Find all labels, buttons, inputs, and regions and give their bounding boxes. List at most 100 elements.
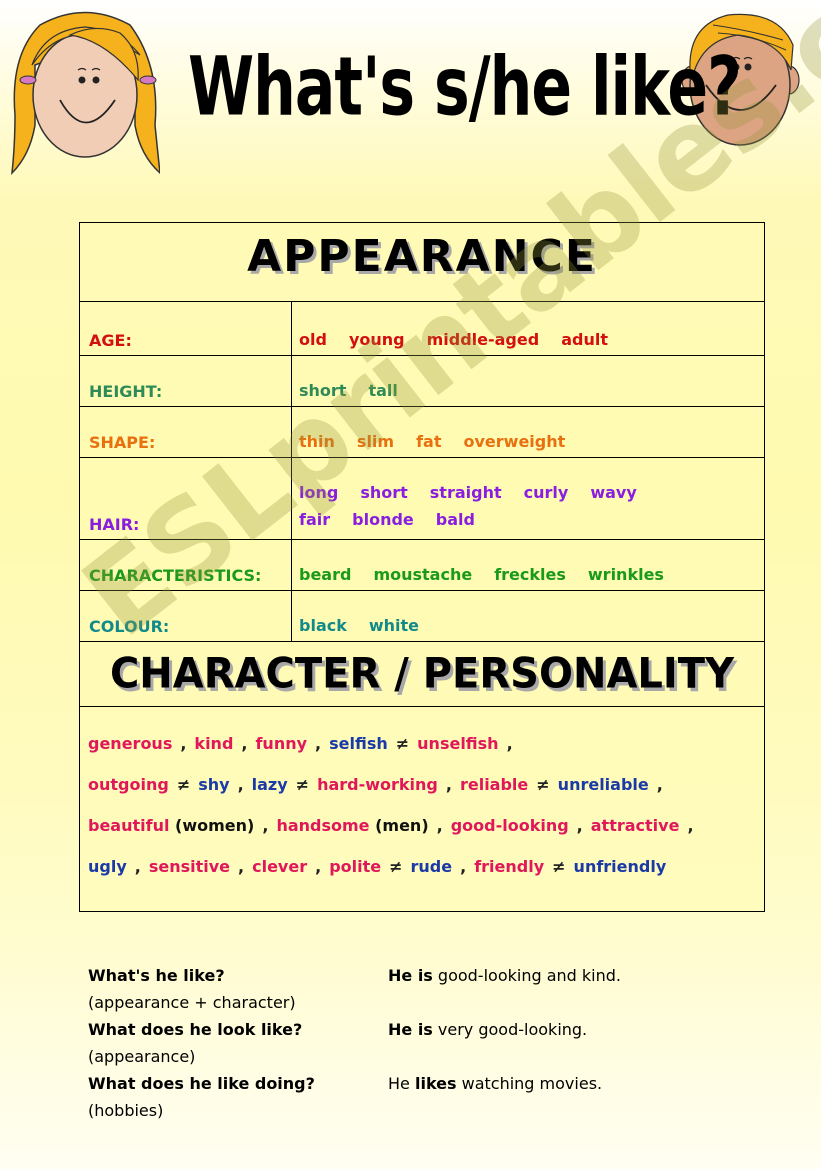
vocab-word: attractive — [590, 816, 680, 835]
answer-part: He is — [388, 966, 433, 985]
answer-part: movies. — [534, 1074, 603, 1093]
row-values: black white — [299, 616, 754, 635]
appearance-row: HEIGHT: short tall — [80, 355, 764, 407]
appearance-heading-row: APPEARANCE — [80, 223, 764, 302]
separator: ≠ — [536, 775, 550, 794]
row-label: HAIR: — [89, 515, 140, 534]
character-heading: CHARACTER / PERSONALITY — [109, 649, 735, 699]
vocab-word: rude — [410, 857, 453, 876]
vocab-word: moustache — [373, 565, 473, 584]
vocab-word: beard — [299, 565, 352, 584]
appearance-heading: APPEARANCE — [247, 230, 597, 282]
answer: He is very good-looking. — [388, 1016, 587, 1043]
vocabulary-table: APPEARANCE AGE: old young middle-aged adult H… — [79, 222, 765, 912]
appearance-row: SHAPE: thin slim fat overweight — [80, 406, 764, 458]
column-divider — [291, 406, 292, 457]
vocab-word: generous — [88, 734, 173, 753]
question: What does he like doing? — [88, 1074, 315, 1093]
vocab-word: friendly — [474, 857, 545, 876]
vocab-word: handsome — [276, 816, 370, 835]
vocab-word: outgoing — [88, 775, 169, 794]
vocab-word: clever — [252, 857, 308, 876]
vocab-word: black — [299, 616, 347, 635]
separator: , — [238, 857, 245, 876]
vocab-word: ugly — [88, 857, 127, 876]
row-values: beard moustache freckles wrinkles — [299, 565, 754, 584]
separator: , — [656, 775, 663, 794]
appearance-row: HAIR: long short straight curly wavy fair blond… — [80, 457, 764, 540]
row-values: thin slim fat overweight — [299, 432, 754, 451]
appearance-row: CHARACTERISTICS: beard moustache freckles wr… — [80, 539, 764, 591]
personality-line: beautiful (women), handsome (men), good-lo… — [88, 805, 754, 846]
row-label: HEIGHT: — [89, 382, 163, 401]
question-note: (appearance) — [88, 1047, 196, 1066]
separator: , — [445, 775, 452, 794]
vocab-word: bald — [435, 510, 475, 529]
separator: , — [460, 857, 467, 876]
row-label: AGE: — [89, 331, 132, 350]
vocab-word: (men) — [369, 816, 429, 835]
question: What does he look like? — [88, 1020, 303, 1039]
column-divider — [291, 301, 292, 355]
row-values: old young middle-aged adult — [299, 330, 754, 349]
vocab-word: tall — [368, 381, 398, 400]
vocab-word: kind — [194, 734, 234, 753]
separator: , — [262, 816, 269, 835]
question: What's he like? — [88, 966, 225, 985]
personality-list: generous, kind, funny, selfish ≠ unselfish, ou… — [88, 723, 754, 887]
vocab-word: overweight — [463, 432, 566, 451]
vocab-word: wrinkles — [587, 565, 664, 584]
vocab-word: fat — [416, 432, 442, 451]
vocab-word: curly — [523, 483, 569, 502]
question-note: (hobbies) — [88, 1101, 164, 1120]
qa-row: What's he like? He is good-looking and ki… — [88, 962, 688, 989]
qa-note-row: (appearance + character) — [88, 989, 688, 1016]
vocab-word: funny — [255, 734, 308, 753]
separator: , — [315, 857, 322, 876]
personality-line: ugly, sensitive, clever, polite ≠ rude, friend… — [88, 846, 754, 887]
vocab-word: sensitive — [148, 857, 231, 876]
separator: ≠ — [395, 734, 410, 753]
row-label: SHAPE: — [89, 433, 156, 452]
vocab-word: young — [348, 330, 405, 349]
vocab-word: thin — [299, 432, 335, 451]
vocab-word: hard-working — [317, 775, 438, 794]
vocab-word: short — [299, 381, 347, 400]
vocab-word: white — [368, 616, 420, 635]
example-questions: What's he like? He is good-looking and ki… — [88, 962, 688, 1124]
separator: ≠ — [389, 857, 403, 876]
qa-note-row: (hobbies) — [88, 1097, 688, 1124]
vocab-word: adult — [561, 330, 608, 349]
vocab-word: unselfish — [417, 734, 499, 753]
row-values: short tall — [299, 381, 754, 400]
vocab-word: middle-aged — [426, 330, 540, 349]
vocab-word: reliable — [459, 775, 529, 794]
vocab-word: blonde — [352, 510, 414, 529]
column-divider — [291, 539, 292, 590]
vocab-word: lazy — [251, 775, 288, 794]
page-title: What's s/he like? — [188, 40, 742, 135]
qa-note-row: (appearance) — [88, 1043, 688, 1070]
vocab-word: selfish — [329, 734, 388, 753]
column-divider — [291, 355, 292, 406]
character-heading-row: CHARACTER / PERSONALITY — [80, 641, 764, 707]
answer: He is good-looking and kind. — [388, 962, 621, 989]
answer-part: watching — [456, 1074, 535, 1093]
appearance-row: COLOUR: black white — [80, 590, 764, 641]
vocab-word: slim — [356, 432, 395, 451]
row-label: CHARACTERISTICS: — [89, 566, 262, 585]
separator: , — [237, 775, 244, 794]
answer-part: He — [388, 1074, 415, 1093]
vocab-word: wavy — [590, 483, 637, 502]
answer-part: likes — [414, 1074, 457, 1093]
vocab-word: shy — [198, 775, 230, 794]
answer-part: He is — [388, 1020, 433, 1039]
separator: , — [315, 734, 322, 753]
separator: , — [241, 734, 248, 753]
separator: ≠ — [176, 775, 191, 794]
vocab-word: long — [299, 483, 339, 502]
qa-row: What does he like doing? He likes watchin… — [88, 1070, 688, 1097]
vocab-word: old — [299, 330, 327, 349]
separator: , — [436, 816, 443, 835]
vocab-word: good-looking — [450, 816, 569, 835]
